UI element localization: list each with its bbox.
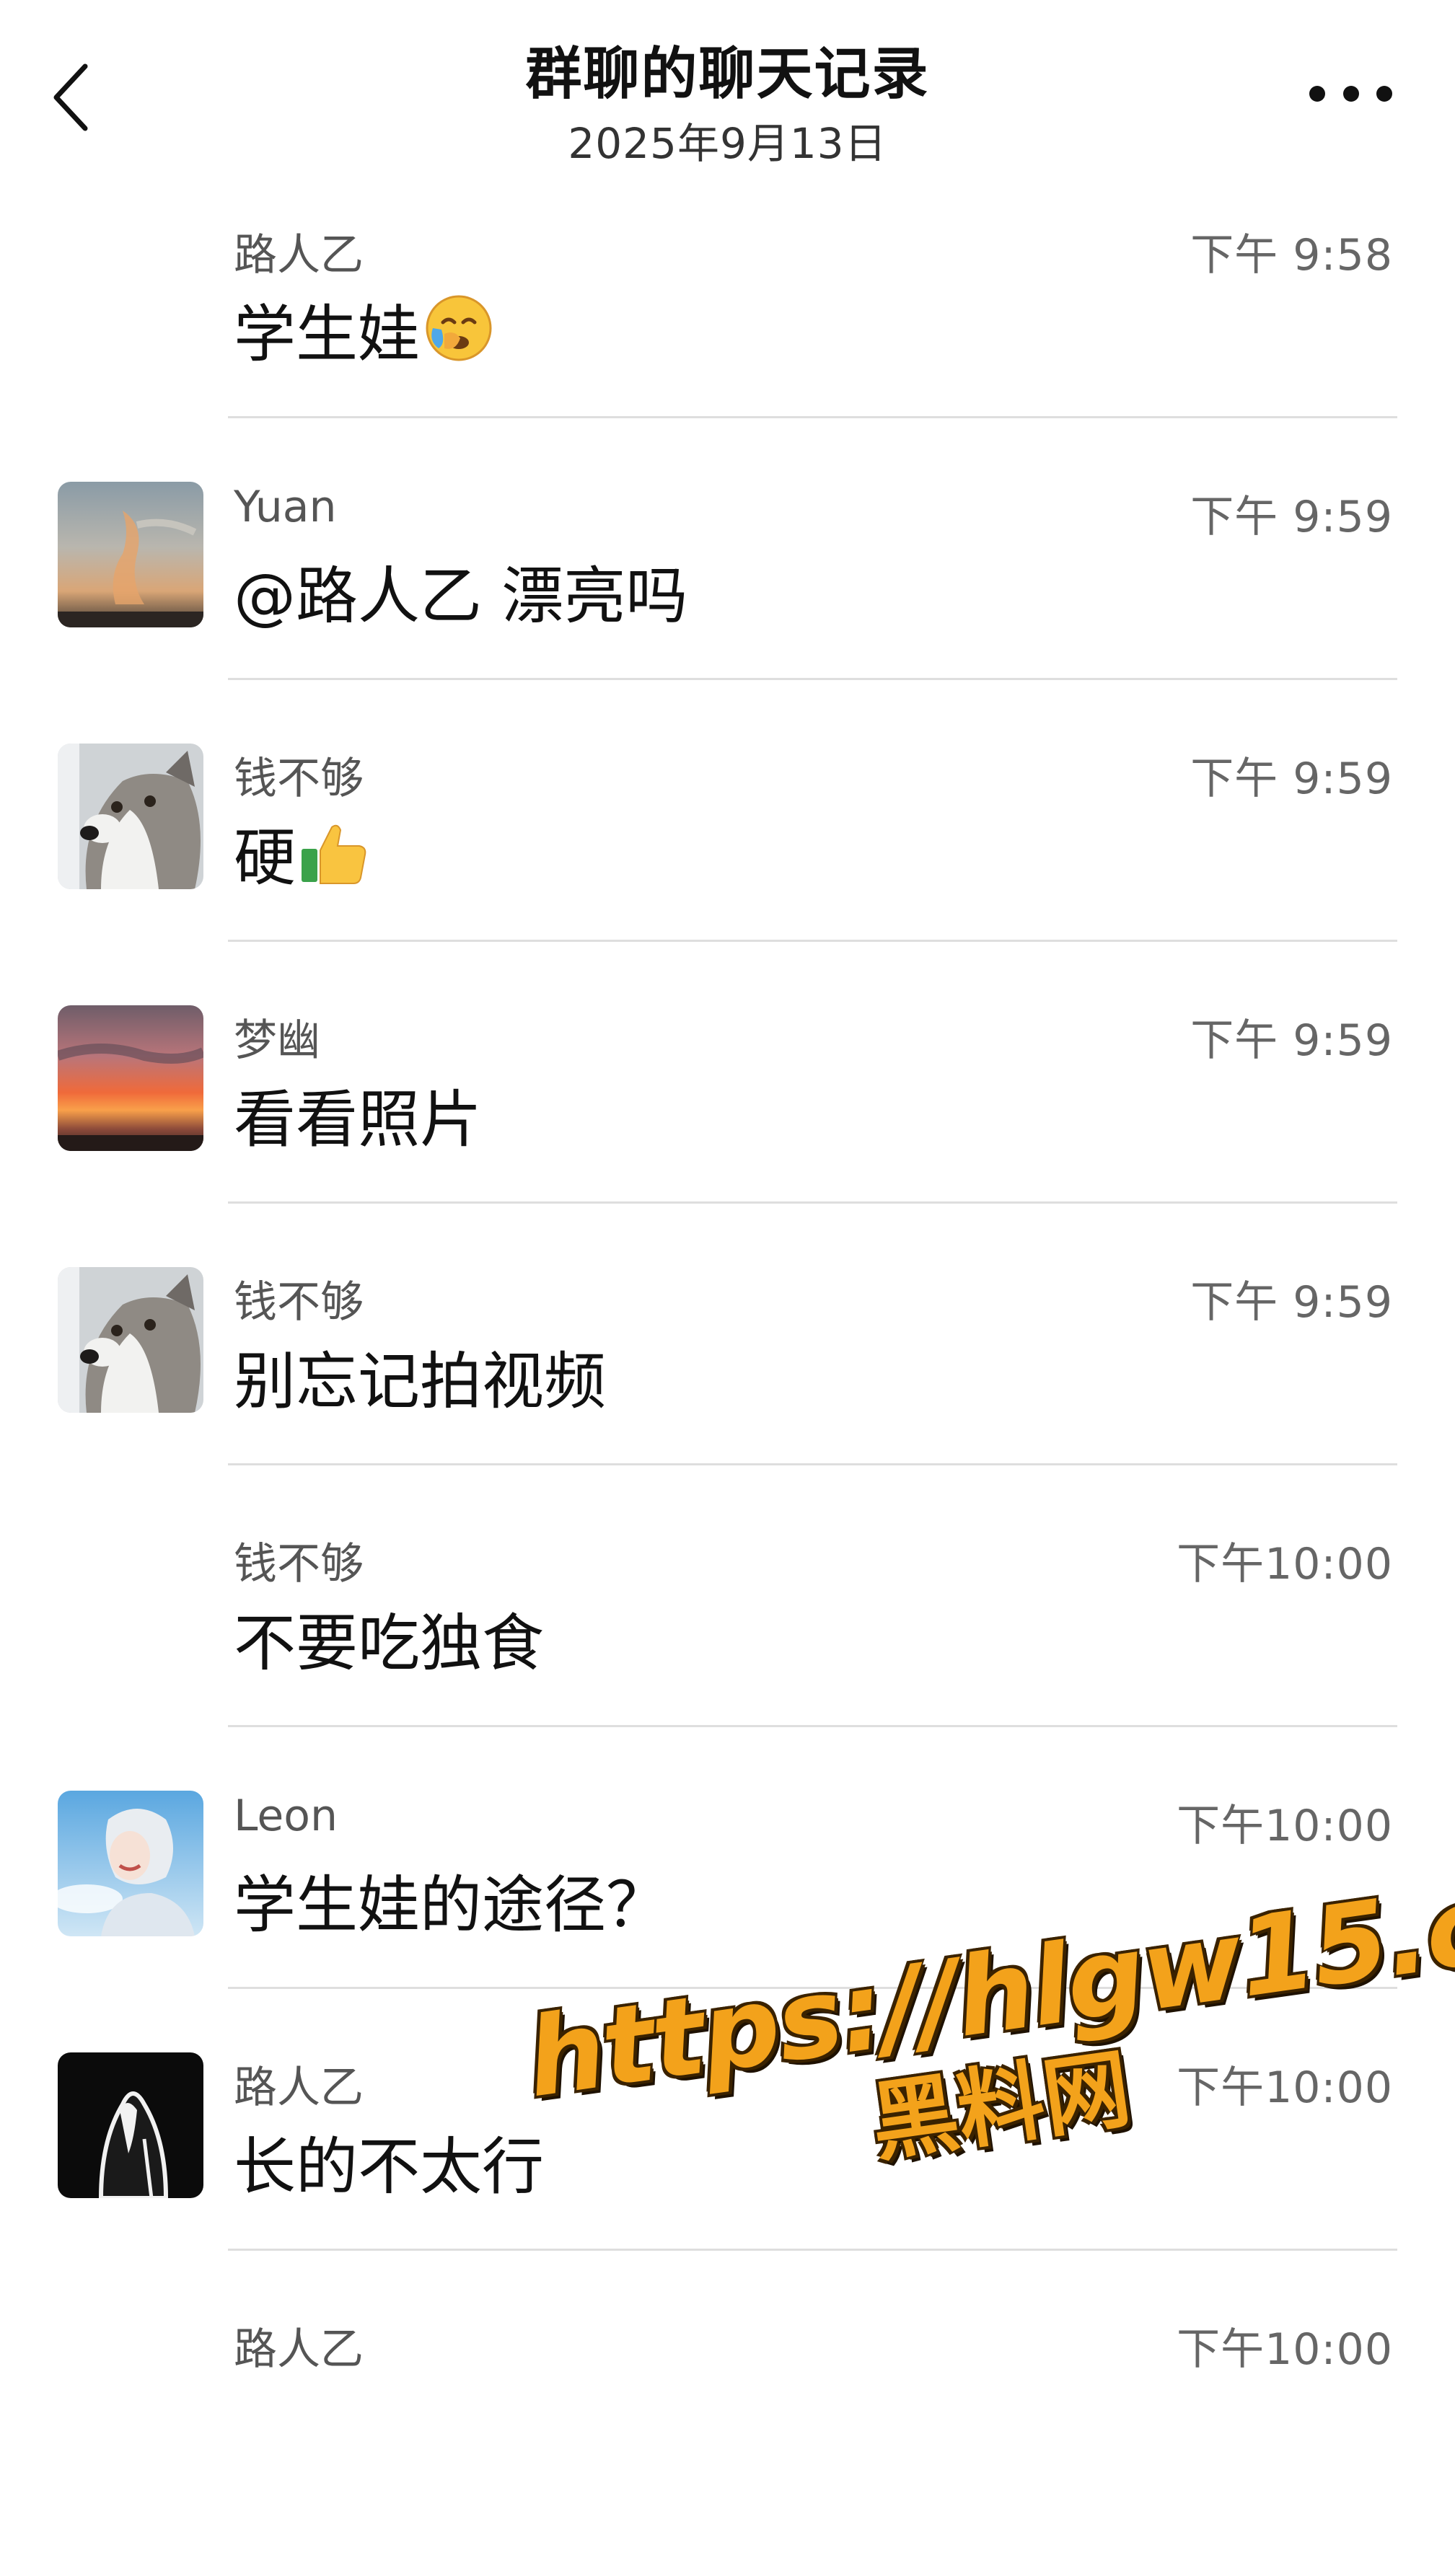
message-time: 下午 9:59 (1190, 1015, 1393, 1066)
list-item[interactable]: 钱不够 下午10:00 不要吃独食 (0, 1529, 1455, 1791)
avatar[interactable] (58, 1791, 203, 1936)
anime-avatar-image (58, 1791, 203, 1936)
list-item[interactable]: Leon 下午10:00 学生娃的途径？ (0, 1791, 1455, 2052)
message-time: 下午 9:58 (1190, 230, 1393, 281)
divider (228, 1987, 1397, 1989)
message-text: 长的不太行 (234, 2131, 544, 2203)
message-text: @路人乙 漂亮吗 (234, 560, 688, 632)
more-options-button[interactable] (1309, 76, 1392, 112)
sender-name: Leon (234, 1791, 338, 1841)
sender-name: 钱不够 (234, 1277, 364, 1328)
husky-avatar-image (58, 744, 203, 889)
message-text: 看看照片 (234, 1084, 482, 1156)
husky-avatar-image (58, 1267, 203, 1413)
divider (228, 1201, 1397, 1204)
sender-name: 钱不够 (234, 1539, 364, 1589)
avatar[interactable] (58, 1005, 203, 1151)
message-time: 下午 9:59 (1190, 1277, 1393, 1328)
message-text: 学生娃的途径？ (234, 1869, 668, 1941)
more-dots-icon (1309, 86, 1325, 102)
message-text: 学生娃 (234, 283, 495, 378)
message-text: 不要吃独食 (234, 1607, 544, 1680)
divider (228, 1463, 1397, 1465)
sender-name: 路人乙 (234, 2324, 364, 2375)
divider (228, 416, 1397, 418)
list-item[interactable]: 路人乙 下午10:00 长的不太行 (0, 2052, 1455, 2314)
sky-avatar-image (58, 482, 203, 627)
sunset-avatar-image (58, 1005, 203, 1151)
message-text: 别忘记拍视频 (234, 1346, 606, 1418)
message-time: 下午10:00 (1177, 2324, 1393, 2375)
hooded-figure-avatar-image (58, 2052, 203, 2198)
message-time: 下午10:00 (1177, 2063, 1393, 2113)
avatar[interactable] (58, 2052, 203, 2198)
page-title: 群聊的聊天记录 (525, 42, 930, 107)
crying-face-icon (423, 291, 495, 378)
sender-name: 路人乙 (234, 2063, 364, 2113)
list-item[interactable]: 路人乙 下午 9:58 学生娃 (0, 220, 1455, 482)
divider (228, 678, 1397, 680)
list-item[interactable]: 钱不够 下午 9:59 别忘记拍视频 (0, 1267, 1455, 1529)
divider (228, 940, 1397, 942)
message-time: 下午10:00 (1177, 1539, 1393, 1589)
list-item[interactable]: 钱不够 下午 9:59 硬 (0, 744, 1455, 1005)
avatar[interactable] (58, 744, 203, 889)
divider (228, 1725, 1397, 1727)
avatar[interactable] (58, 482, 203, 627)
message-time: 下午 9:59 (1190, 492, 1393, 542)
sender-name: 路人乙 (234, 230, 364, 281)
list-item[interactable]: 路人乙 下午10:00 (0, 2314, 1455, 2576)
list-item[interactable]: Yuan 下午 9:59 @路人乙 漂亮吗 (0, 482, 1455, 744)
thumbs-up-icon (299, 817, 368, 901)
sender-name: Yuan (234, 482, 337, 532)
avatar[interactable] (58, 1267, 203, 1413)
sender-name: 梦幽 (234, 1015, 320, 1066)
chat-history-header: 群聊的聊天记录 2025年9月13日 (0, 0, 1455, 180)
message-time: 下午 9:59 (1190, 754, 1393, 804)
chat-date: 2025年9月13日 (568, 119, 887, 168)
divider (228, 2249, 1397, 2251)
message-time: 下午10:00 (1177, 1801, 1393, 1851)
sender-name: 钱不够 (234, 754, 364, 804)
message-text: 硬 (234, 807, 368, 901)
list-item[interactable]: 梦幽 下午 9:59 看看照片 (0, 1005, 1455, 1267)
